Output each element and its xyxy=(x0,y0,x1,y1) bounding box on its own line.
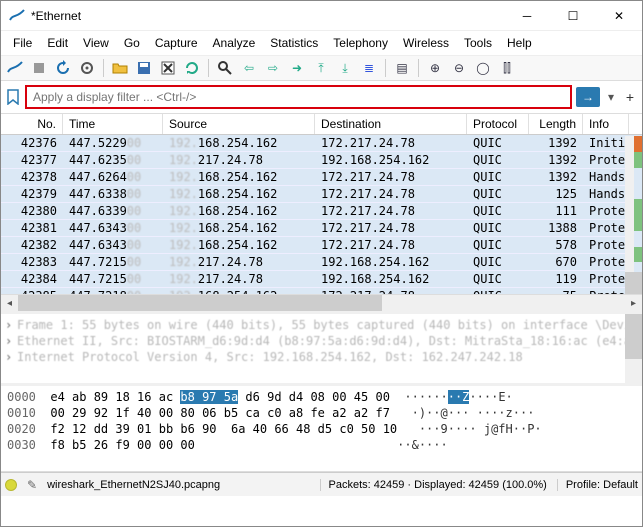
separator xyxy=(418,59,419,77)
go-back-icon[interactable]: ⇦ xyxy=(239,58,259,78)
table-row[interactable]: 42380447.633900192.168.254.162172.217.24… xyxy=(1,203,642,220)
col-header-info[interactable]: Info xyxy=(583,114,629,134)
col-header-destination[interactable]: Destination xyxy=(315,114,467,134)
go-first-icon[interactable]: ⤒ xyxy=(311,58,331,78)
menu-wireless[interactable]: Wireless xyxy=(397,34,455,52)
col-header-protocol[interactable]: Protocol xyxy=(467,114,529,134)
col-header-time[interactable]: Time xyxy=(63,114,163,134)
table-row[interactable]: 42377447.623500192.217.24.78192.168.254.… xyxy=(1,152,642,169)
packet-details-pane[interactable]: ›Frame 1: 55 bytes on wire (440 bits), 5… xyxy=(1,314,642,386)
bookmark-icon[interactable] xyxy=(5,85,21,109)
details-vscroll[interactable] xyxy=(625,314,642,383)
zoom-in-icon[interactable]: ⊕ xyxy=(425,58,445,78)
status-bar: ✎ wireshark_EthernetN2SJ40.pcapng Packet… xyxy=(1,472,642,496)
separator xyxy=(208,59,209,77)
table-row[interactable]: 42379447.633800192.168.254.162172.217.24… xyxy=(1,186,642,203)
stop-capture-icon[interactable] xyxy=(29,58,49,78)
window-title: *Ethernet xyxy=(31,9,504,23)
hex-row[interactable]: 0010 00 29 92 1f 40 00 80 06 b5 ca c0 a8… xyxy=(7,405,636,421)
packet-list-hscroll[interactable]: ◂▸ xyxy=(1,294,642,311)
col-header-no[interactable]: No. xyxy=(1,114,63,134)
table-row[interactable]: 42378447.626400192.168.254.162172.217.24… xyxy=(1,169,642,186)
capture-file-properties-icon[interactable]: ✎ xyxy=(27,478,37,492)
capture-options-icon[interactable] xyxy=(77,58,97,78)
titlebar: *Ethernet ─ ☐ ✕ xyxy=(1,1,642,31)
hex-row[interactable]: 0030 f8 b5 26 f9 00 00 00 ··&···· xyxy=(7,437,636,453)
packet-bytes-pane[interactable]: 0000 e4 ab 89 18 16 ac b8 97 5a d6 9d d4… xyxy=(1,386,642,472)
table-row[interactable]: 42381447.634300192.168.254.162172.217.24… xyxy=(1,220,642,237)
menu-help[interactable]: Help xyxy=(501,34,538,52)
find-packet-icon[interactable] xyxy=(215,58,235,78)
start-capture-icon[interactable] xyxy=(5,58,25,78)
expert-info-icon[interactable] xyxy=(5,479,17,491)
table-row[interactable]: 42384447.721500192.217.24.78192.168.254.… xyxy=(1,271,642,288)
packet-list-pane: No. Time Source Destination Protocol Len… xyxy=(1,114,642,314)
menu-analyze[interactable]: Analyze xyxy=(207,34,262,52)
separator xyxy=(103,59,104,77)
col-header-length[interactable]: Length xyxy=(529,114,583,134)
auto-scroll-icon[interactable]: ≣ xyxy=(359,58,379,78)
menu-capture[interactable]: Capture xyxy=(149,34,204,52)
menu-tools[interactable]: Tools xyxy=(458,34,498,52)
menu-view[interactable]: View xyxy=(77,34,115,52)
close-button[interactable]: ✕ xyxy=(596,1,642,30)
main-toolbar: ⇦ ⇨ ➜ ⤒ ⤓ ≣ ▤ ⊕ ⊖ ◯ ⫿⫿ xyxy=(1,56,642,81)
col-header-source[interactable]: Source xyxy=(163,114,315,134)
menu-go[interactable]: Go xyxy=(118,34,146,52)
menu-telephony[interactable]: Telephony xyxy=(327,34,394,52)
go-to-packet-icon[interactable]: ➜ xyxy=(287,58,307,78)
menu-file[interactable]: File xyxy=(7,34,38,52)
close-file-icon[interactable] xyxy=(158,58,178,78)
status-profile[interactable]: Profile: Default xyxy=(557,479,638,491)
resize-columns-icon[interactable]: ⫿⫿ xyxy=(497,58,517,78)
table-row[interactable]: 42385447.721800192.168.254.162172.217.24… xyxy=(1,288,642,294)
filter-history-dropdown[interactable]: ▾ xyxy=(604,90,618,104)
menu-bar: File Edit View Go Capture Analyze Statis… xyxy=(1,31,642,56)
menu-statistics[interactable]: Statistics xyxy=(264,34,324,52)
go-forward-icon[interactable]: ⇨ xyxy=(263,58,283,78)
open-file-icon[interactable] xyxy=(110,58,130,78)
colorize-icon[interactable]: ▤ xyxy=(392,58,412,78)
reload-icon[interactable] xyxy=(182,58,202,78)
apply-filter-button[interactable]: → xyxy=(576,87,600,107)
restart-capture-icon[interactable] xyxy=(53,58,73,78)
save-file-icon[interactable] xyxy=(134,58,154,78)
display-filter-input[interactable] xyxy=(25,85,572,109)
maximize-button[interactable]: ☐ xyxy=(550,1,596,30)
table-row[interactable]: 42382447.634300192.168.254.162172.217.24… xyxy=(1,237,642,254)
packet-list-header: No. Time Source Destination Protocol Len… xyxy=(1,114,642,135)
zoom-reset-icon[interactable]: ◯ xyxy=(473,58,493,78)
packet-list-vscroll[interactable] xyxy=(625,136,642,294)
separator xyxy=(385,59,386,77)
tree-line[interactable]: Internet Protocol Version 4, Src: 192.16… xyxy=(17,350,523,364)
add-filter-button[interactable]: + xyxy=(622,89,638,105)
go-last-icon[interactable]: ⤓ xyxy=(335,58,355,78)
tree-line[interactable]: Ethernet II, Src: BIOSTARM_d6:9d:d4 (b8:… xyxy=(17,334,638,348)
menu-edit[interactable]: Edit xyxy=(41,34,74,52)
table-row[interactable]: 42383447.721500192.217.24.78192.168.254.… xyxy=(1,254,642,271)
zoom-out-icon[interactable]: ⊖ xyxy=(449,58,469,78)
status-packets: Packets: 42459 · Displayed: 42459 (100.0… xyxy=(320,479,547,491)
table-row[interactable]: 42376447.522900192.168.254.162172.217.24… xyxy=(1,135,642,152)
filter-bar: → ▾ + xyxy=(1,81,642,114)
tree-line[interactable]: Frame 1: 55 bytes on wire (440 bits), 55… xyxy=(17,318,638,332)
hex-row[interactable]: 0000 e4 ab 89 18 16 ac b8 97 5a d6 9d d4… xyxy=(7,389,636,405)
app-icon xyxy=(9,8,25,24)
status-file: wireshark_EthernetN2SJ40.pcapng xyxy=(47,479,220,491)
minimize-button[interactable]: ─ xyxy=(504,1,550,30)
hex-row[interactable]: 0020 f2 12 dd 39 01 bb b6 90 6a 40 66 48… xyxy=(7,421,636,437)
